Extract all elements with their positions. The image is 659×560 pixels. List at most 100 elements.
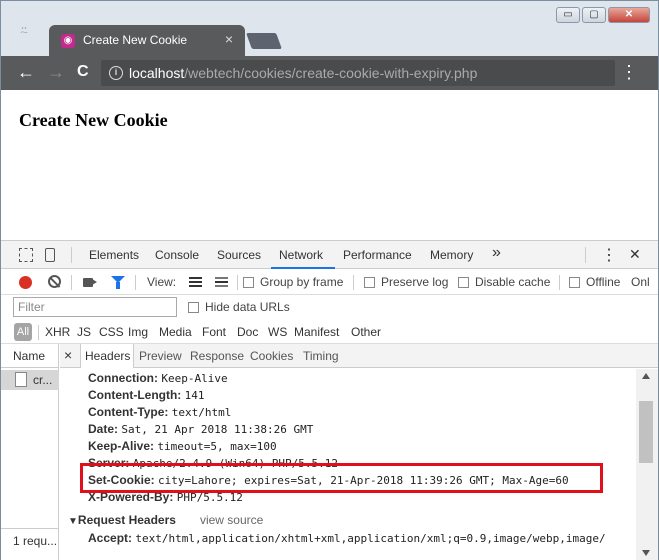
- inspect-element-icon[interactable]: [19, 248, 33, 262]
- devtools-tabbar: Elements Console Sources Network Perform…: [1, 240, 658, 269]
- tab-response[interactable]: Response: [190, 349, 244, 363]
- tab-preview[interactable]: Preview: [139, 349, 182, 363]
- headers-scrollbar[interactable]: [636, 369, 658, 560]
- divider: [71, 247, 72, 263]
- type-filter-media[interactable]: Media: [159, 325, 192, 339]
- type-filter-all[interactable]: All: [14, 323, 32, 341]
- device-toolbar-icon[interactable]: [45, 248, 55, 262]
- waterfall-icon[interactable]: [215, 277, 228, 287]
- header-row: Content-Length: 141: [88, 388, 205, 402]
- request-detail-tabs: × Headers Preview Response Cookies Timin…: [60, 344, 658, 368]
- group-by-frame-label: Group by frame: [260, 275, 344, 289]
- tab-cookies[interactable]: Cookies: [250, 349, 293, 363]
- offline-label: Offline: [586, 275, 621, 289]
- type-filter-doc[interactable]: Doc: [237, 325, 258, 339]
- tab-title: Create New Cookie: [83, 33, 188, 47]
- set-cookie-highlight-box: [80, 463, 603, 493]
- resource-type-filters: All XHR JS CSS Img Media Font Doc WS Man…: [1, 320, 658, 344]
- tab-close-icon[interactable]: ×: [225, 31, 233, 47]
- maximize-button[interactable]: ▢: [582, 7, 606, 23]
- tab-elements[interactable]: Elements: [89, 248, 139, 262]
- tab-console[interactable]: Console: [155, 248, 199, 262]
- type-filter-js[interactable]: JS: [77, 325, 91, 339]
- group-by-frame-checkbox[interactable]: [243, 277, 254, 288]
- devtools-close-icon[interactable]: ✕: [629, 246, 641, 263]
- screenshot-icon[interactable]: [83, 278, 97, 287]
- hide-data-urls-label: Hide data URLs: [205, 300, 290, 314]
- info-icon[interactable]: i: [109, 66, 123, 80]
- type-filter-img[interactable]: Img: [128, 325, 148, 339]
- tab-timing[interactable]: Timing: [303, 349, 339, 363]
- divider: [585, 247, 586, 263]
- page-heading: Create New Cookie: [19, 110, 168, 130]
- request-headers-title: Request Headers: [77, 513, 176, 527]
- document-icon: [15, 372, 27, 387]
- request-name: cr...: [33, 373, 53, 387]
- address-bar[interactable]: i localhost/webtech/cookies/create-cooki…: [101, 60, 615, 86]
- preserve-log-checkbox[interactable]: [364, 277, 375, 288]
- more-tabs-icon[interactable]: »: [492, 244, 501, 262]
- online-throttle-dropdown[interactable]: Onl: [631, 275, 650, 289]
- large-rows-icon[interactable]: [189, 277, 202, 287]
- window-titlebar: ⍨ ◉ Create New Cookie × ▭ ▢ ✕: [0, 0, 659, 57]
- divider: [237, 275, 238, 290]
- reload-icon[interactable]: C: [77, 62, 89, 82]
- forward-arrow-icon[interactable]: →: [47, 62, 65, 82]
- request-row[interactable]: cr...: [1, 370, 59, 390]
- view-label: View:: [147, 275, 177, 289]
- record-icon[interactable]: [19, 276, 32, 289]
- active-tab-indicator: [271, 267, 335, 269]
- tab-memory[interactable]: Memory: [430, 248, 473, 262]
- header-row: Connection: Keep-Alive: [88, 371, 228, 385]
- type-filter-font[interactable]: Font: [202, 325, 226, 339]
- devtools-menu-icon[interactable]: ⋮: [601, 245, 617, 265]
- type-filter-other[interactable]: Other: [351, 325, 381, 339]
- type-filter-xhr[interactable]: XHR: [45, 325, 70, 339]
- collapse-triangle-icon[interactable]: ▼: [68, 516, 78, 527]
- page-viewport: Create New Cookie: [0, 90, 659, 240]
- divider: [71, 275, 72, 290]
- request-list: Name cr... 1 requ...: [1, 344, 59, 560]
- divider: [38, 325, 39, 340]
- url-path: /webtech/cookies/create-cookie-with-expi…: [184, 65, 478, 81]
- tab-sources[interactable]: Sources: [217, 248, 261, 262]
- request-summary: 1 requ...: [1, 528, 59, 552]
- header-row: Content-Type: text/html: [88, 405, 232, 419]
- hide-data-urls-checkbox[interactable]: [188, 302, 199, 313]
- tab-performance[interactable]: Performance: [343, 248, 412, 262]
- offline-checkbox[interactable]: [569, 277, 580, 288]
- minimize-button[interactable]: ▭: [556, 7, 580, 23]
- filter-row: Filter Hide data URLs: [1, 296, 658, 320]
- browser-menu-icon[interactable]: ⋮: [620, 62, 638, 82]
- window-close-button[interactable]: ✕: [608, 7, 650, 23]
- close-detail-icon[interactable]: ×: [64, 347, 72, 363]
- tab-headers[interactable]: Headers: [85, 349, 130, 363]
- back-arrow-icon[interactable]: ←: [17, 62, 35, 82]
- scroll-thumb[interactable]: [639, 401, 653, 463]
- disable-cache-checkbox[interactable]: [458, 277, 469, 288]
- view-source-link[interactable]: view source: [200, 513, 263, 527]
- browser-tab[interactable]: ◉ Create New Cookie ×: [49, 25, 245, 57]
- type-filter-manifest[interactable]: Manifest: [294, 325, 339, 339]
- new-tab-button[interactable]: [246, 33, 282, 49]
- divider: [559, 275, 560, 290]
- preserve-log-label: Preserve log: [381, 275, 449, 289]
- devtools-panel: Elements Console Sources Network Perform…: [0, 240, 659, 560]
- type-filter-ws[interactable]: WS: [268, 325, 287, 339]
- scroll-up-icon[interactable]: [642, 373, 650, 379]
- disable-cache-label: Disable cache: [475, 275, 551, 289]
- scroll-down-icon[interactable]: [642, 550, 650, 556]
- name-column-header[interactable]: Name: [1, 344, 59, 368]
- request-headers-section[interactable]: ▼Request Headers view source: [68, 513, 263, 527]
- header-row: Keep-Alive: timeout=5, max=100: [88, 439, 277, 453]
- network-toolbar: View: Group by frame Preserve log Disabl…: [1, 270, 658, 295]
- window-controls: ▭ ▢ ✕: [556, 7, 650, 23]
- header-row: Date: Sat, 21 Apr 2018 11:38:26 GMT: [88, 422, 314, 436]
- clear-icon[interactable]: [48, 275, 61, 288]
- filter-icon[interactable]: [111, 276, 125, 289]
- tab-network[interactable]: Network: [279, 248, 323, 262]
- filter-input[interactable]: Filter: [13, 297, 177, 317]
- type-filter-css[interactable]: CSS: [99, 325, 124, 339]
- incognito-icon: ⍨: [19, 23, 29, 40]
- divider: [353, 275, 354, 290]
